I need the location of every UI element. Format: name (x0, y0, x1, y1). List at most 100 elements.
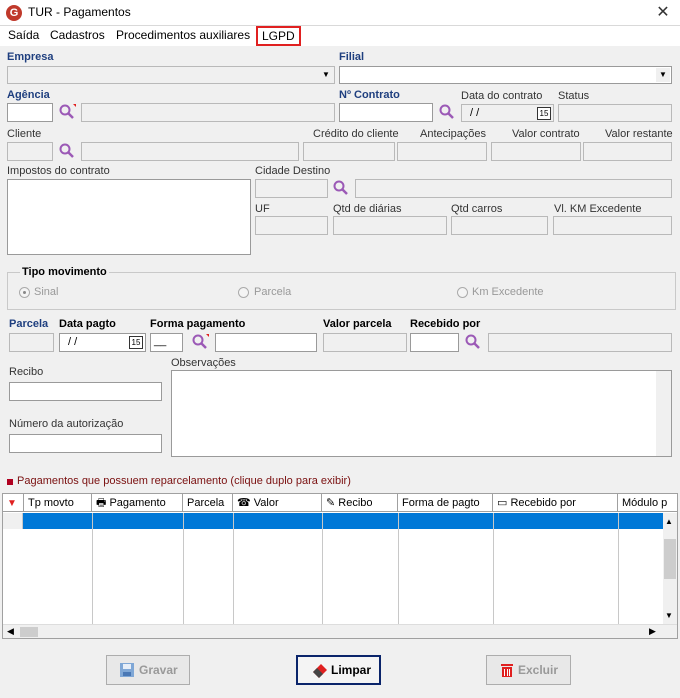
num-contrato-input[interactable] (339, 103, 433, 122)
cliente-name-field (81, 142, 299, 161)
antecipacoes-label: Antecipações (420, 128, 487, 140)
app-logo-icon: G (6, 5, 22, 21)
grid-divider (183, 513, 184, 625)
impostos-list[interactable] (7, 179, 251, 255)
excluir-button[interactable]: Excluir (486, 655, 571, 685)
limpar-button[interactable]: Limpar (296, 655, 381, 685)
row-indicator[interactable] (3, 513, 23, 529)
valor-restante-label: Valor restante (605, 128, 673, 140)
recebido-por-name-field (488, 333, 672, 352)
data-contrato-value: / / (470, 107, 480, 119)
col-forma-pagto[interactable]: Forma de pagto (398, 494, 493, 512)
observacoes-scrollbar[interactable] (656, 371, 671, 456)
radio-km-excedente[interactable] (457, 287, 468, 298)
observacoes-label: Observações (171, 357, 236, 369)
credito-label: Crédito do cliente (313, 128, 399, 140)
empresa-label: Empresa (7, 51, 54, 63)
col-recebido-por[interactable]: ▭ Recebido por (493, 494, 618, 512)
recibo-input[interactable] (9, 382, 162, 401)
calendar-icon[interactable]: 15 (537, 107, 551, 120)
col-pagamento[interactable]: 🖶 Pagamento (92, 494, 183, 512)
col-valor-label: Valor (253, 497, 279, 509)
col-recebido-por-label: Recebido por (510, 497, 576, 509)
filial-select[interactable]: ▼ (339, 66, 672, 84)
excluir-label: Excluir (518, 663, 559, 677)
credito-field (303, 142, 395, 161)
payments-grid[interactable]: ▼ Tp movto 🖶 Pagamento Parcela ☎ Valor ✎… (2, 493, 678, 639)
valor-contrato-label: Valor contrato (512, 128, 580, 140)
menu-procedimentos-auxiliares[interactable]: Procedimentos auxiliares (114, 28, 252, 42)
scroll-thumb[interactable] (664, 539, 676, 579)
menu-lgpd[interactable]: LGPD (256, 26, 301, 46)
status-field (558, 104, 672, 122)
forma-pagamento-label: Forma pagamento (150, 318, 246, 330)
col-recibo[interactable]: ✎ Recibo (322, 494, 398, 512)
card-icon: ▭ (497, 497, 508, 509)
scroll-right-icon[interactable]: ▶ (649, 626, 656, 637)
radio-km-excedente-label: Km Excedente (472, 286, 544, 298)
scroll-down-icon[interactable]: ▼ (665, 611, 673, 620)
radio-parcela[interactable] (238, 287, 249, 298)
valor-contrato-field (491, 142, 581, 161)
grid-header-indicator[interactable]: ▼ (3, 494, 24, 512)
close-button[interactable]: ✕ (650, 2, 676, 24)
cliente-label: Cliente (7, 128, 42, 140)
vl-km-label: Vl. KM Excedente (554, 203, 642, 215)
grid-divider (322, 513, 323, 625)
valor-parcela-field (323, 333, 407, 352)
col-pagamento-label: Pagamento (109, 497, 166, 509)
gravar-button[interactable]: Gravar (106, 655, 190, 685)
radio-parcela-label: Parcela (254, 286, 292, 298)
scroll-up-icon[interactable]: ▲ (665, 517, 673, 526)
data-pagto-label: Data pagto (59, 318, 116, 330)
radio-sinal-label: Sinal (34, 286, 59, 298)
data-contrato-field: / / 15 (461, 104, 554, 122)
tipo-movimento-label: Tipo movimento (20, 266, 109, 278)
search-icon[interactable] (191, 333, 209, 351)
radio-sinal[interactable] (19, 287, 30, 298)
recebido-por-code-input[interactable] (410, 333, 459, 352)
vl-km-field (553, 216, 672, 235)
data-contrato-label: Data do contrato (461, 90, 543, 102)
calendar-icon[interactable]: 15 (129, 336, 143, 349)
col-recibo-label: Recibo (338, 497, 373, 509)
search-icon[interactable] (464, 333, 482, 351)
num-autorizacao-label: Número da autorização (9, 418, 124, 430)
num-autorizacao-input[interactable] (9, 434, 162, 453)
col-modulo[interactable]: Módulo p (618, 494, 677, 512)
impostos-label: Impostos do contrato (7, 165, 110, 177)
uf-field (255, 216, 328, 235)
forma-pagamento-name-input[interactable] (215, 333, 317, 352)
forma-pagamento-code-input[interactable]: __ (150, 333, 183, 352)
grid-vertical-scrollbar[interactable]: ▲ ▼ (663, 513, 677, 625)
col-parcela[interactable]: Parcela (183, 494, 233, 512)
limpar-label: Limpar (331, 663, 372, 677)
title-bar: G TUR - Pagamentos ✕ (0, 0, 680, 26)
col-tp-movto[interactable]: Tp movto (24, 494, 92, 512)
col-valor[interactable]: ☎ Valor (233, 494, 322, 512)
pen-icon: ✎ (326, 497, 336, 509)
status-label: Status (558, 90, 590, 102)
eraser-icon (313, 664, 327, 678)
data-pagto-input[interactable]: / / 15 (59, 333, 146, 352)
printer-icon: 🖶 (96, 497, 107, 509)
table-row-selected[interactable] (23, 513, 663, 529)
observacoes-textarea[interactable] (171, 370, 672, 457)
grid-divider (92, 513, 93, 625)
reparcelamento-note: Pagamentos que possuem reparcelamento (c… (17, 475, 351, 487)
chevron-down-icon[interactable]: ▼ (319, 68, 333, 82)
chevron-down-icon[interactable]: ▼ (656, 68, 670, 82)
menu-cadastros[interactable]: Cadastros (48, 28, 107, 42)
agencia-code-input[interactable] (7, 103, 53, 122)
grid-horizontal-scrollbar[interactable]: ◀ ▶ (3, 624, 677, 638)
search-icon[interactable] (438, 103, 456, 121)
scroll-left-icon[interactable]: ◀ (7, 626, 14, 637)
search-icon[interactable] (58, 142, 76, 160)
search-icon[interactable] (58, 103, 76, 121)
scroll-thumb[interactable] (20, 627, 38, 637)
empresa-select[interactable]: ▼ (7, 66, 335, 84)
valor-restante-field (583, 142, 672, 161)
menu-saida[interactable]: Saída (6, 28, 41, 42)
save-icon (120, 663, 134, 677)
search-icon[interactable] (332, 179, 350, 197)
